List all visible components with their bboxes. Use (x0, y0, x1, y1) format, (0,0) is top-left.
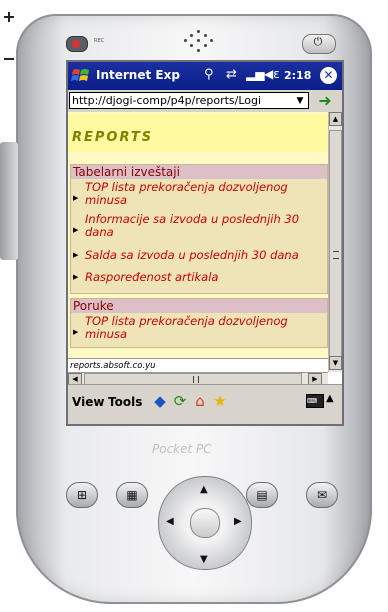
windows-button[interactable]: ⊞ (66, 482, 98, 508)
report-link[interactable]: TOP lista prekoračenja dozvoljenog minus… (85, 315, 315, 341)
arrow-up-icon[interactable]: ▲ (200, 484, 208, 495)
speaker-grille (184, 30, 214, 54)
list-item[interactable]: ▶ Raspoređenost artikala (73, 271, 321, 287)
signal-icon[interactable]: ▂▅ (246, 67, 264, 81)
connectivity-icon[interactable]: ⚲ (204, 67, 214, 82)
favorites-icon[interactable]: ★ (212, 392, 228, 410)
list-item[interactable]: ▶ Salda sa izvoda u poslednjih 30 dana (73, 249, 321, 265)
volume-plus-mark-vertical (8, 12, 10, 22)
volume-icon[interactable]: ◀ɛ (264, 67, 280, 81)
bullet-arrow-icon: ▶ (73, 194, 79, 202)
back-icon[interactable]: ◆ (152, 392, 168, 410)
start-icon[interactable] (70, 66, 92, 86)
report-link[interactable]: Informacije sa izvoda u poslednjih 30 da… (85, 213, 315, 239)
power-icon: ⏻ (313, 35, 323, 48)
bullet-arrow-icon: ▶ (73, 251, 79, 259)
contacts-button[interactable]: ▤ (246, 482, 278, 508)
windows-icon: ⊞ (76, 488, 88, 502)
address-input[interactable] (69, 92, 309, 109)
device-screen: Internet Exp ⚲ ⇄ ▂▅ ◀ɛ 2:18 ✕ ▼ ➜ REPORT… (66, 60, 344, 426)
bullet-arrow-icon: ▶ (73, 328, 79, 336)
bullet-arrow-icon: ▶ (73, 226, 79, 234)
page-footer: reports.absoft.co.yu (68, 358, 328, 372)
inbox-button[interactable]: ✉ (306, 482, 338, 508)
list-item[interactable]: ▶ TOP lista prekoračenja dozvoljenog min… (73, 181, 321, 209)
refresh-icon[interactable]: ⟳ (172, 392, 188, 410)
arrow-down-icon[interactable]: ▼ (200, 554, 208, 565)
page-title: REPORTS (72, 130, 154, 145)
page-content: REPORTS Tabelarni izveštaji ▶ TOP lista … (68, 112, 328, 358)
action-button[interactable] (190, 508, 220, 538)
grip-icon (193, 376, 199, 383)
volume-rocker[interactable] (0, 142, 18, 260)
record-dot-icon (72, 40, 80, 48)
inbox-icon: ✉ (316, 488, 328, 502)
list-item[interactable]: ▶ Informacije sa izvoda u poslednjih 30 … (73, 213, 321, 241)
close-button[interactable]: ✕ (320, 67, 337, 84)
record-label: REC (94, 38, 105, 44)
sync-icon[interactable]: ⇄ (226, 67, 237, 82)
address-bar: ▼ ➜ (68, 90, 342, 112)
chevron-down-icon[interactable]: ▼ (294, 94, 306, 108)
contacts-icon: ▤ (256, 488, 268, 502)
input-panel-arrow-icon[interactable]: ▲ (326, 393, 334, 404)
scroll-up-icon[interactable]: ▲ (329, 112, 342, 126)
keyboard-icon[interactable]: ⌨ (306, 394, 324, 408)
pocket-pc-logo: Pocket PC (152, 442, 212, 456)
app-title: Internet Exp (96, 68, 180, 82)
vertical-scrollbar[interactable]: ▲ ▼ (328, 112, 342, 372)
arrow-left-icon[interactable]: ◀ (166, 516, 174, 527)
vertical-scroll-thumb[interactable] (329, 130, 342, 366)
scroll-down-icon[interactable]: ▼ (329, 356, 342, 370)
volume-minus-mark (4, 58, 14, 60)
reports-header: REPORTS (68, 114, 328, 152)
command-bar: View Tools ◆ ⟳ ⌂ ★ ⌨ ▲ (68, 384, 342, 424)
section-tabelarni: Tabelarni izveštaji ▶ TOP lista prekorač… (70, 164, 328, 294)
arrow-right-icon[interactable]: ▶ (234, 516, 242, 527)
menu-tools[interactable]: Tools (108, 395, 142, 409)
grip-icon (333, 251, 339, 259)
report-link[interactable]: Raspoređenost artikala (85, 271, 315, 284)
calendar-button[interactable]: ▦ (116, 482, 148, 508)
section-poruke: Poruke ▶ TOP lista prekoračenja dozvolje… (70, 298, 328, 348)
clock[interactable]: 2:18 (284, 69, 311, 82)
section-heading: Tabelarni izveštaji (71, 165, 327, 179)
list-item[interactable]: ▶ TOP lista prekoračenja dozvoljenog min… (73, 315, 321, 343)
report-link[interactable]: Salda sa izvoda u poslednjih 30 dana (85, 249, 315, 262)
home-icon[interactable]: ⌂ (192, 392, 208, 410)
menu-view[interactable]: View (72, 395, 104, 409)
bullet-arrow-icon: ▶ (73, 273, 79, 281)
go-arrow-icon[interactable]: ➜ (314, 92, 336, 110)
calendar-icon: ▦ (126, 488, 138, 502)
report-link[interactable]: TOP lista prekoračenja dozvoljenog minus… (85, 181, 315, 207)
title-bar: Internet Exp ⚲ ⇄ ▂▅ ◀ɛ 2:18 ✕ (68, 62, 342, 90)
section-heading: Poruke (71, 299, 327, 313)
